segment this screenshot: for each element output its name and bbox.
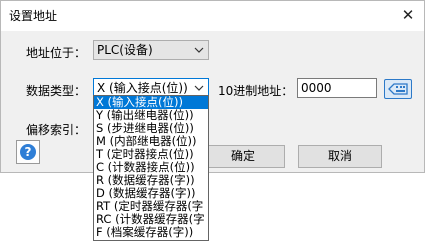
address-location-label: 地址位于： <box>26 46 87 60</box>
address-location-select[interactable]: PLC(设备) <box>93 40 209 60</box>
data-type-label: 数据类型： <box>26 84 87 98</box>
set-address-dialog: 设置地址 ✕ 地址位于： PLC(设备) 数据类型： X (输入接点(位)) 1… <box>0 0 425 173</box>
data-type-value: X (输入接点(位)) <box>97 81 188 95</box>
decimal-address-input[interactable]: 0000 <box>297 78 377 98</box>
decimal-address-label: 10进制地址： <box>218 84 294 98</box>
close-button[interactable]: ✕ <box>394 3 422 27</box>
ok-button[interactable]: 确定 <box>201 145 285 168</box>
dropdown-option-f[interactable]: F (档案缓存器(字)) <box>94 226 208 239</box>
dialog-title: 设置地址 <box>9 9 58 23</box>
help-button[interactable]: ? <box>16 140 40 164</box>
help-icon: ? <box>20 144 36 160</box>
keyboard-button[interactable] <box>384 79 412 99</box>
offset-index-label: 偏移索引： <box>26 123 87 137</box>
chevron-down-icon <box>194 41 204 59</box>
address-location-value: PLC(设备) <box>97 43 153 57</box>
title-bar: 设置地址 ✕ <box>1 1 424 31</box>
data-type-dropdown-list[interactable]: X (输入接点(位)) Y (输出继电器(位)) S (步进继电器(位)) M … <box>93 95 209 241</box>
cancel-button[interactable]: 取消 <box>298 145 382 168</box>
keyboard-icon <box>388 83 408 95</box>
